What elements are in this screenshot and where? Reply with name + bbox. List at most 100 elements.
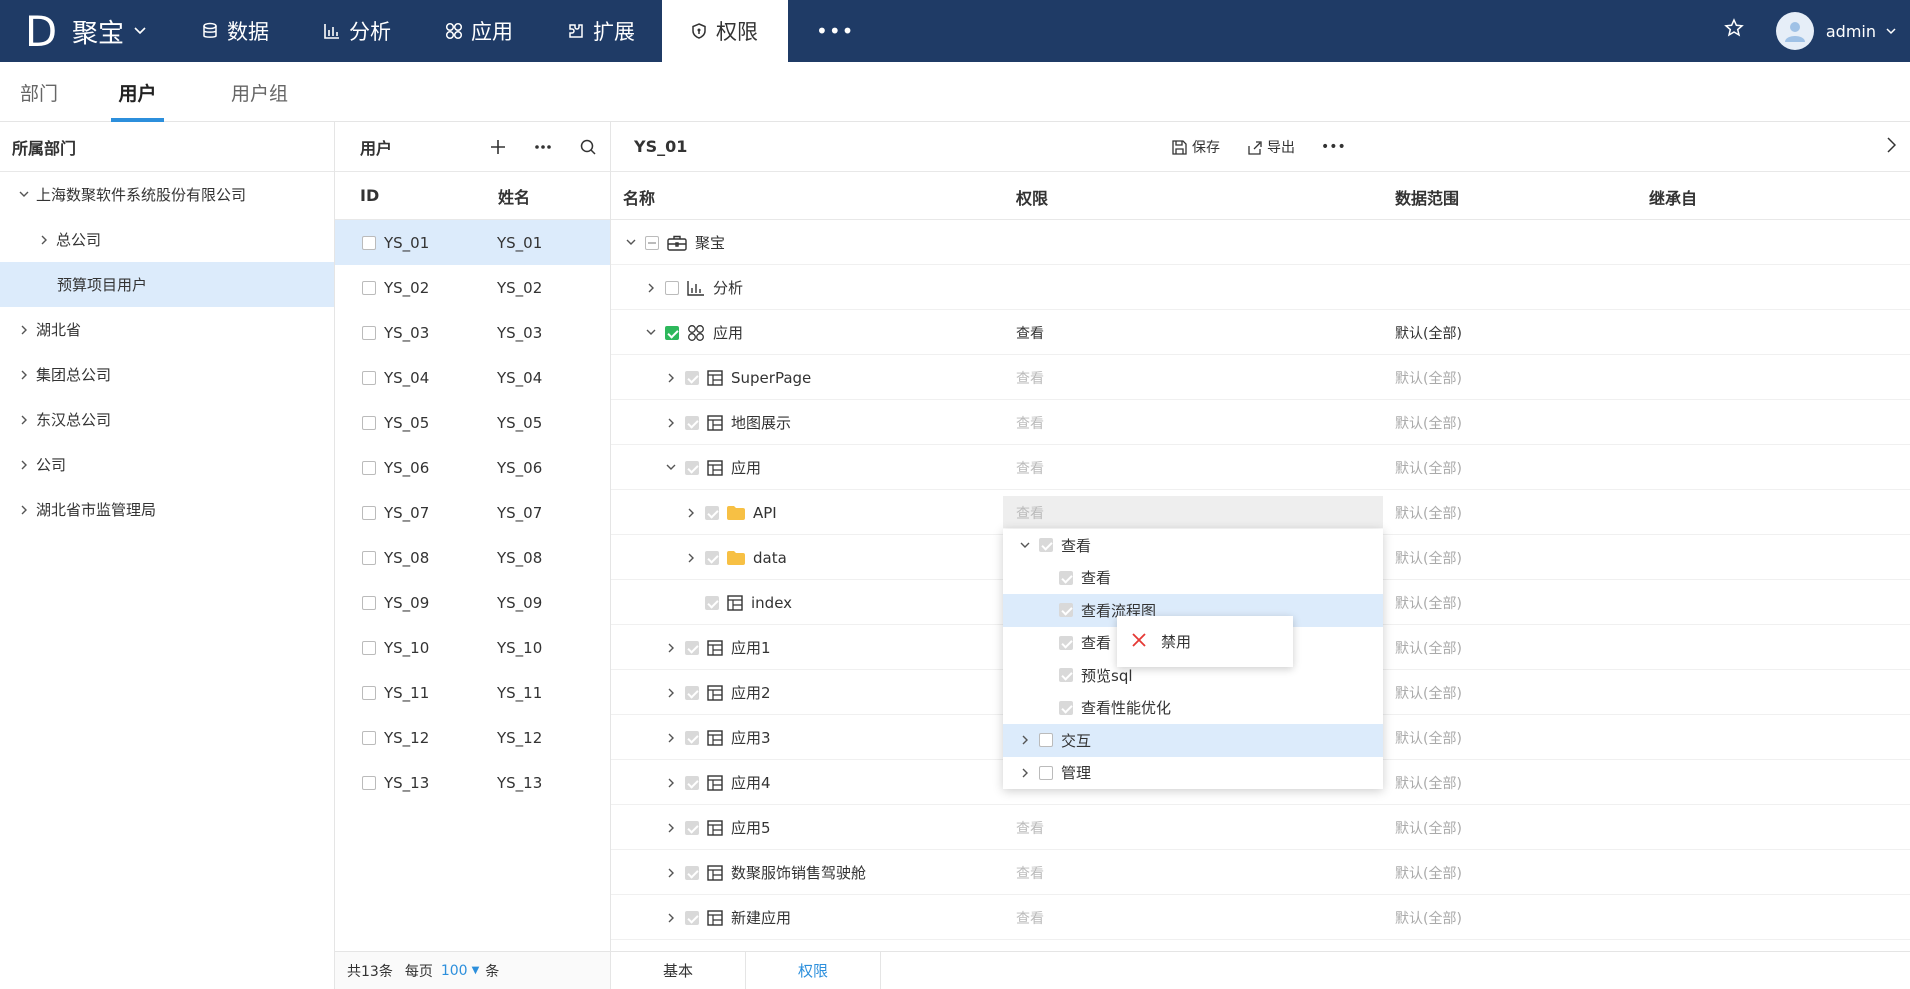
chevron-right-icon[interactable] <box>663 733 679 743</box>
table-row[interactable]: YS_13 YS_13 <box>335 760 610 805</box>
chevron-down-icon[interactable] <box>16 191 32 198</box>
data-scope-value[interactable]: 默认(全部) <box>1395 638 1462 658</box>
node-checkbox[interactable] <box>685 730 699 745</box>
table-row[interactable]: YS_09 YS_09 <box>335 580 610 625</box>
permission-value[interactable]: 查看 <box>1016 458 1044 478</box>
search-icon[interactable] <box>565 138 610 156</box>
permission-value[interactable]: 查看 <box>1016 863 1044 883</box>
node-checkbox[interactable] <box>685 910 699 925</box>
tree-item[interactable]: 总公司 <box>0 217 334 262</box>
chevron-down-icon[interactable] <box>663 464 679 471</box>
tree-item[interactable]: 公司 <box>0 442 334 487</box>
table-row[interactable]: 应用 查看 默认(全部) <box>611 445 1910 490</box>
data-scope-value[interactable]: 默认(全部) <box>1395 683 1462 703</box>
tree-item[interactable]: 集团总公司 <box>0 352 334 397</box>
permission-value[interactable]: 查看 <box>1016 908 1044 928</box>
chevron-right-icon[interactable] <box>1017 735 1033 745</box>
row-checkbox[interactable] <box>362 370 376 385</box>
node-checkbox[interactable] <box>685 685 699 700</box>
avatar[interactable] <box>1775 12 1814 50</box>
chevron-right-icon[interactable] <box>663 418 679 428</box>
tab-users[interactable]: 用户 <box>111 62 165 122</box>
dropdown-item[interactable]: 查看 <box>1003 562 1383 595</box>
row-checkbox[interactable] <box>362 460 376 475</box>
table-row[interactable]: YS_07 YS_07 <box>335 490 610 535</box>
more-icon[interactable] <box>520 144 565 150</box>
page-size-select[interactable]: 100 <box>441 963 468 979</box>
option-checkbox[interactable] <box>1059 570 1073 585</box>
node-checkbox[interactable] <box>685 820 699 835</box>
table-row[interactable]: YS_01 YS_01 <box>335 220 610 265</box>
chevron-down-icon[interactable] <box>1886 24 1896 38</box>
node-checkbox[interactable] <box>685 460 699 475</box>
save-button[interactable]: 保存 <box>1171 137 1220 157</box>
row-checkbox[interactable] <box>362 775 376 790</box>
table-row[interactable]: YS_04 YS_04 <box>335 355 610 400</box>
data-scope-value[interactable]: 默认(全部) <box>1395 863 1462 883</box>
table-row[interactable]: 新建应用 查看 默认(全部) <box>611 895 1910 940</box>
dropdown-item[interactable]: 交互 <box>1003 724 1383 757</box>
chevron-right-icon[interactable] <box>683 553 699 563</box>
table-row[interactable]: YS_06 YS_06 <box>335 445 610 490</box>
node-checkbox[interactable] <box>685 415 699 430</box>
chevron-right-icon[interactable] <box>643 283 659 293</box>
data-scope-value[interactable]: 默认(全部) <box>1395 548 1462 568</box>
option-checkbox[interactable] <box>1059 668 1073 683</box>
chevron-right-icon[interactable] <box>16 460 32 470</box>
node-checkbox[interactable] <box>685 865 699 880</box>
add-user-button[interactable] <box>475 138 520 156</box>
tree-item[interactable]: 上海数聚软件系统股份有限公司 <box>0 172 334 217</box>
table-row[interactable]: YS_05 YS_05 <box>335 400 610 445</box>
brand-switcher[interactable]: 聚宝 <box>72 13 146 50</box>
dropdown-item[interactable]: 查看性能优化 <box>1003 692 1383 725</box>
table-row[interactable]: 地图展示 查看 默认(全部) <box>611 400 1910 445</box>
data-scope-value[interactable]: 默认(全部) <box>1395 728 1462 748</box>
table-row[interactable]: 数聚服饰销售驾驶舱 查看 默认(全部) <box>611 850 1910 895</box>
permission-value[interactable]: 查看 <box>1016 323 1044 343</box>
table-row[interactable]: 分析 <box>611 265 1910 310</box>
row-checkbox[interactable] <box>362 685 376 700</box>
dropdown-item[interactable]: 管理 <box>1003 757 1383 790</box>
chevron-right-icon[interactable] <box>1887 137 1897 158</box>
node-checkbox[interactable] <box>705 505 719 520</box>
table-row[interactable]: YS_03 YS_03 <box>335 310 610 355</box>
data-scope-value[interactable]: 默认(全部) <box>1395 818 1462 838</box>
chevron-right-icon[interactable] <box>1017 768 1033 778</box>
tab-user-groups[interactable]: 用户组 <box>231 62 288 122</box>
node-checkbox[interactable] <box>665 325 679 340</box>
logo[interactable]: D <box>16 0 66 62</box>
permission-value[interactable]: 查看 <box>1016 368 1044 388</box>
row-checkbox[interactable] <box>362 280 376 295</box>
disable-option[interactable]: 禁用 <box>1161 631 1191 652</box>
more-button[interactable]: ••• <box>1321 139 1346 155</box>
option-checkbox[interactable] <box>1059 700 1073 715</box>
nav-more-button[interactable]: ••• <box>788 0 882 62</box>
username[interactable]: admin <box>1826 22 1876 41</box>
node-checkbox[interactable] <box>705 550 719 565</box>
permission-value[interactable]: 查看 <box>1016 413 1044 433</box>
chevron-right-icon[interactable] <box>663 778 679 788</box>
tree-item[interactable]: 东汉总公司 <box>0 397 334 442</box>
row-checkbox[interactable] <box>362 235 376 250</box>
tab-departments[interactable]: 部门 <box>20 62 58 122</box>
row-checkbox[interactable] <box>362 325 376 340</box>
node-checkbox[interactable] <box>645 235 659 250</box>
tree-item[interactable]: 预算项目用户 <box>0 262 334 307</box>
chevron-down-icon[interactable] <box>623 239 639 246</box>
data-scope-value[interactable]: 默认(全部) <box>1395 908 1462 928</box>
option-checkbox[interactable] <box>1059 635 1073 650</box>
dropdown-item[interactable]: 查看 <box>1003 529 1383 562</box>
chevron-right-icon[interactable] <box>663 373 679 383</box>
option-checkbox[interactable] <box>1059 603 1073 618</box>
row-checkbox[interactable] <box>362 505 376 520</box>
tab-permission[interactable]: 权限 <box>746 952 881 989</box>
caret-down-icon[interactable]: ▼ <box>472 965 480 976</box>
row-checkbox[interactable] <box>362 730 376 745</box>
data-scope-value[interactable]: 默认(全部) <box>1395 413 1462 433</box>
chevron-right-icon[interactable] <box>663 868 679 878</box>
nav-permissions[interactable]: 权限 <box>662 0 789 62</box>
table-row[interactable]: SuperPage 查看 默认(全部) <box>611 355 1910 400</box>
tab-basic[interactable]: 基本 <box>611 952 746 989</box>
node-checkbox[interactable] <box>705 595 719 610</box>
table-row[interactable]: YS_10 YS_10 <box>335 625 610 670</box>
